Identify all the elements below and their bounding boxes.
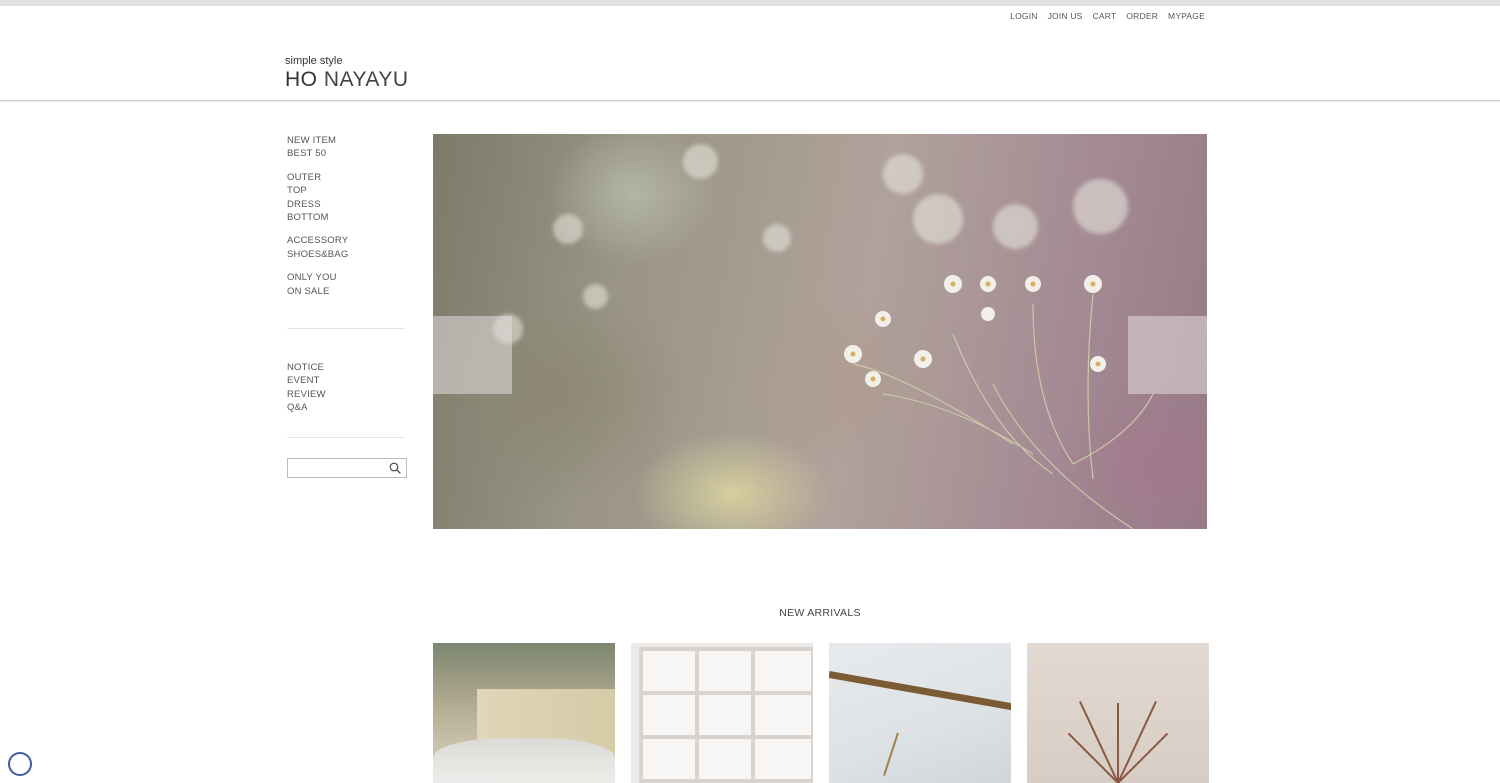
logo-name-bold: HO: [285, 68, 318, 91]
menu-item-shoes-bag[interactable]: SHOES&BAG: [287, 248, 407, 261]
product-image: [631, 643, 813, 783]
menu-item-bottom[interactable]: BOTTOM: [287, 211, 407, 224]
menu-item-best-50[interactable]: BEST 50: [287, 147, 407, 160]
menu-item-on-sale[interactable]: ON SALE: [287, 285, 407, 298]
menu-item-qna[interactable]: Q&A: [287, 401, 407, 414]
mypage-link[interactable]: MYPAGE: [1168, 11, 1205, 21]
chat-icon[interactable]: [8, 752, 32, 776]
menu-item-dress[interactable]: DRESS: [287, 198, 407, 211]
menu-group-special: ONLY YOU ON SALE: [287, 271, 407, 298]
flower-illustration: [844, 275, 1154, 529]
menu-item-review[interactable]: REVIEW: [287, 388, 407, 401]
menu-item-top[interactable]: TOP: [287, 184, 407, 197]
product-card[interactable]: [1027, 643, 1209, 783]
site-logo[interactable]: simple style HO NAYAYU: [285, 55, 409, 92]
menu-item-new-item[interactable]: NEW ITEM: [287, 134, 407, 147]
product-grid: [433, 643, 1209, 783]
product-card[interactable]: [829, 643, 1011, 783]
menu-item-accessory[interactable]: ACCESSORY: [287, 234, 407, 247]
new-arrivals-title: NEW ARRIVALS: [779, 607, 861, 619]
menu-group-accessories: ACCESSORY SHOES&BAG: [287, 234, 407, 261]
menu-group-clothing: OUTER TOP DRESS BOTTOM: [287, 171, 407, 225]
slider-next-button[interactable]: [1128, 316, 1207, 394]
product-image: [829, 643, 1011, 783]
menu-item-notice[interactable]: NOTICE: [287, 361, 407, 374]
logo-name: HO NAYAYU: [285, 68, 409, 92]
sidebar-divider: [287, 328, 405, 330]
join-us-link[interactable]: JOIN US: [1048, 11, 1083, 21]
hero-slider[interactable]: [433, 134, 1207, 529]
top-border: [0, 0, 1500, 6]
slider-prev-button[interactable]: [433, 316, 512, 394]
product-image: [1027, 643, 1209, 783]
menu-item-event[interactable]: EVENT: [287, 374, 407, 387]
login-link[interactable]: LOGIN: [1010, 11, 1037, 21]
hero-image: [433, 134, 1207, 529]
sidebar: NEW ITEM BEST 50 OUTER TOP DRESS BOTTOM …: [287, 134, 407, 478]
logo-tagline: simple style: [285, 55, 343, 67]
search-icon[interactable]: [389, 462, 401, 474]
header-divider: [0, 100, 1500, 101]
menu-group-featured: NEW ITEM BEST 50: [287, 134, 407, 161]
menu-group-community: NOTICE EVENT REVIEW Q&A: [287, 361, 407, 415]
cart-link[interactable]: CART: [1093, 11, 1117, 21]
search-box: [287, 457, 407, 478]
utility-nav: LOGIN JOIN US CART ORDER MYPAGE: [1010, 11, 1205, 21]
search-input[interactable]: [288, 460, 389, 477]
product-card[interactable]: [433, 643, 615, 783]
order-link[interactable]: ORDER: [1126, 11, 1158, 21]
menu-item-only-you[interactable]: ONLY YOU: [287, 271, 407, 284]
product-card[interactable]: [631, 643, 813, 783]
logo-name-rest: NAYAYU: [323, 68, 409, 91]
sidebar-divider: [287, 436, 405, 438]
menu-item-outer[interactable]: OUTER: [287, 171, 407, 184]
